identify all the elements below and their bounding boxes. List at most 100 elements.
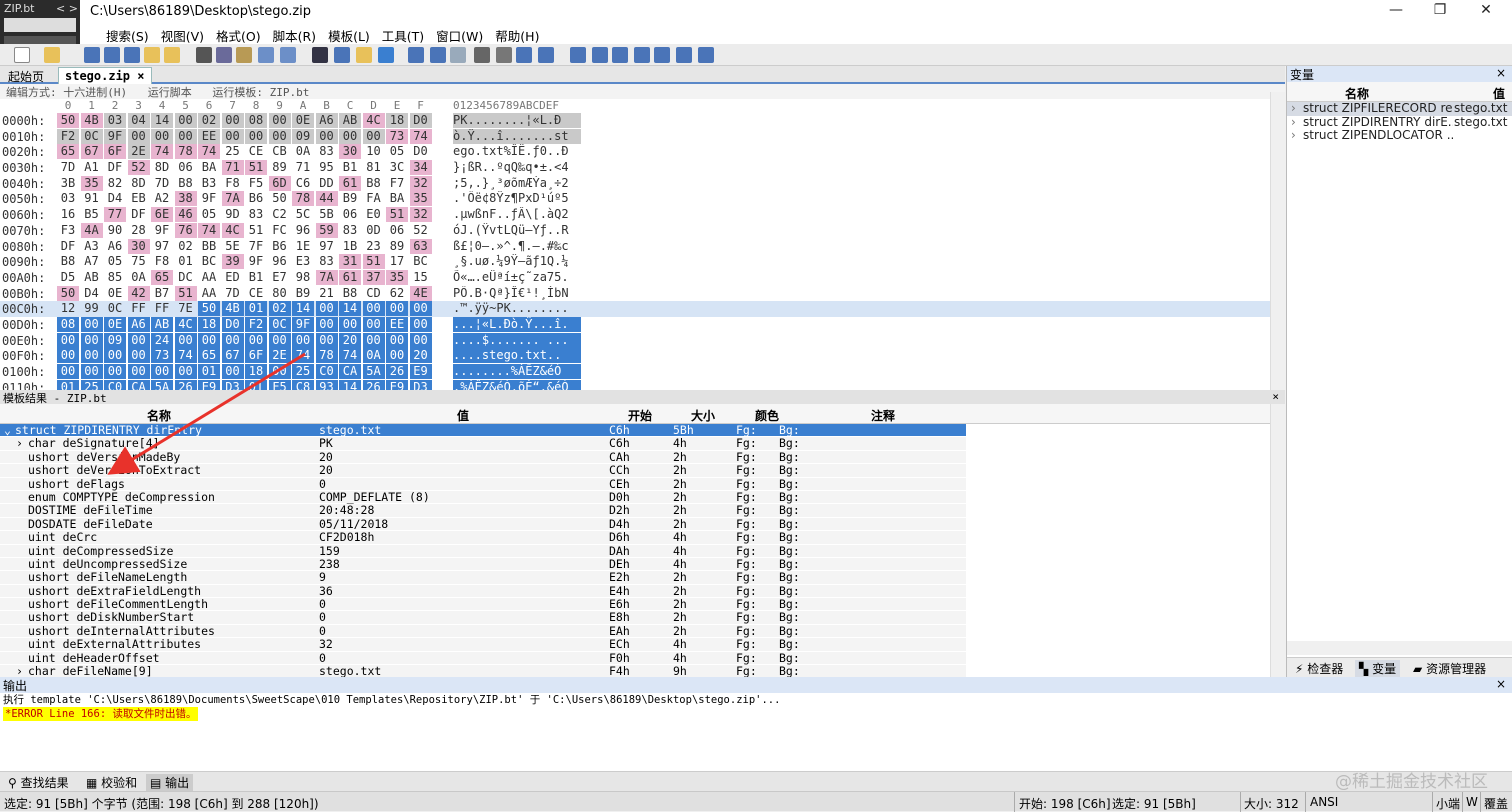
find-icon[interactable]	[312, 47, 328, 63]
hex-ascii[interactable]: PÔ.B·Qª}Î€¹!¸ÍbN	[453, 286, 581, 301]
hex-byte[interactable]: B6	[269, 239, 291, 254]
hex-byte[interactable]: 91	[81, 191, 103, 206]
run-script-label[interactable]: 运行脚本	[148, 86, 192, 99]
hex-byte[interactable]: 83	[316, 144, 338, 159]
hex-byte[interactable]: 25	[80, 379, 103, 390]
hex-byte[interactable]: 0E	[292, 113, 314, 128]
hex-row[interactable]: 0040h: 3B 35 82 8D 7D B8 B3 F8 F5 6D C6 DD 61 B8 F7 32 ;5…	[0, 175, 1270, 192]
chevron-right-icon[interactable]: ›	[1291, 128, 1296, 143]
hex-byte[interactable]: 5E	[222, 239, 244, 254]
table-row[interactable]: ushort deVersionMadeBy 20 CAh 2h Fg: Bg:	[0, 450, 966, 465]
hex-byte[interactable]: B8	[57, 254, 79, 269]
copy-icon[interactable]	[216, 47, 232, 63]
hex-byte[interactable]: 3C	[386, 160, 408, 175]
hex-byte[interactable]: B8	[363, 176, 385, 191]
table-row[interactable]: ⌄ struct ZIPDIRENTRY dirEntry stego.txt C6h…	[0, 424, 966, 438]
list-item[interactable]: › struct ZIPFILERECORD re... stego.txt	[1287, 101, 1512, 116]
hex-byte[interactable]: 4B	[80, 113, 103, 128]
output-log[interactable]: 执行 template 'C:\Users\86189\Documents\Sw…	[0, 693, 1512, 771]
hex-byte[interactable]: C0	[104, 379, 126, 390]
hex-byte[interactable]: 09	[104, 332, 126, 348]
hex-byte[interactable]: 5A	[151, 379, 173, 390]
hex-byte[interactable]: FF	[151, 301, 173, 316]
hex-byte[interactable]: 00	[362, 128, 385, 144]
hex-byte[interactable]: BB	[198, 239, 220, 254]
table-row[interactable]: DOSTIME deFileTime 20:48:28 D2h 2h Fg: Bg:	[0, 504, 966, 518]
tab-explorer[interactable]: ▰ 资源管理器	[1409, 660, 1490, 677]
table-row[interactable]: ushort deExtraFieldLength 36 E4h 2h Fg: Bg:	[0, 584, 966, 599]
hex-byte[interactable]: 00	[362, 316, 385, 332]
hex-ascii[interactable]: ò.Ÿ...î.......st	[453, 128, 581, 144]
hex-byte[interactable]: 74	[339, 348, 361, 364]
hex-byte[interactable]: 4C	[174, 316, 197, 332]
hex-byte[interactable]: 89	[386, 239, 408, 254]
hex-byte[interactable]: 00	[127, 128, 150, 144]
hex-byte[interactable]: 21	[316, 286, 338, 301]
hex-byte[interactable]: 34	[409, 160, 432, 176]
folder-icon[interactable]	[144, 47, 160, 63]
hex-byte[interactable]: 93	[315, 379, 338, 390]
hex-row[interactable]: 00C0h: 12 99 0C FF FF 7E 50 4B 01 02 14 00 14 00 00 00 .™…	[0, 301, 1270, 317]
find-in-files-icon[interactable]	[356, 47, 372, 63]
hex-byte[interactable]: 14	[292, 301, 314, 317]
hex-byte[interactable]: 4E	[409, 285, 432, 301]
hex-byte[interactable]: 00	[292, 332, 314, 348]
hex-byte[interactable]: F3	[57, 223, 79, 238]
tab-output[interactable]: ▤ 输出	[146, 774, 194, 791]
hex-row[interactable]: 0000h: 50 4B 03 04 14 00 02 00 08 00 0E A6 AB 4C 18 D0 PK…	[0, 113, 1270, 129]
paste-icon[interactable]	[236, 47, 252, 63]
hex-byte[interactable]: 26	[362, 379, 385, 390]
chevron-right-icon[interactable]: ›	[16, 665, 23, 677]
hex-byte[interactable]: FF	[128, 301, 150, 316]
mini-tab-nav[interactable]: < >	[56, 2, 78, 15]
tab-close-icon[interactable]: ×	[137, 69, 144, 83]
hex-byte[interactable]: DF	[57, 239, 79, 254]
hex-byte[interactable]: 2E	[127, 144, 150, 160]
hex-byte[interactable]: EE	[386, 316, 408, 332]
hex-byte[interactable]: D3	[409, 379, 432, 390]
table-row[interactable]: ushort deFileNameLength 9 E2h 2h Fg: Bg:	[0, 571, 966, 585]
hex-byte[interactable]: 7A	[221, 191, 244, 207]
hex-byte[interactable]: 00	[221, 128, 244, 144]
hex-byte[interactable]: 74	[198, 144, 220, 160]
hex-byte[interactable]: 06	[386, 223, 408, 238]
table-row[interactable]: uint deExternalAttributes 32 ECh 4h Fg: Bg:	[0, 638, 966, 652]
undo-icon[interactable]	[258, 47, 274, 63]
columns-icon[interactable]	[474, 47, 490, 63]
hex-byte[interactable]: 96	[269, 254, 291, 269]
hex-byte[interactable]: F8	[222, 176, 244, 191]
hex-byte[interactable]: 37	[362, 269, 385, 285]
hex-byte[interactable]: 01	[57, 379, 79, 390]
chevron-down-icon[interactable]: ⌄	[4, 424, 11, 437]
save-all-icon[interactable]	[124, 47, 140, 63]
hex-byte[interactable]: 9F	[151, 223, 173, 238]
hex-byte[interactable]: 82	[104, 176, 126, 191]
hex-byte[interactable]: C8	[292, 379, 314, 390]
hex-byte[interactable]: 65	[57, 144, 79, 160]
hex-byte[interactable]: AB	[81, 270, 103, 285]
hex-byte[interactable]: DC	[175, 270, 197, 285]
histogram-icon[interactable]	[654, 47, 670, 63]
hex-byte[interactable]: 98	[292, 270, 314, 285]
hex-byte[interactable]: 00	[362, 332, 385, 348]
hex-byte[interactable]: 71	[292, 160, 314, 175]
hex-byte[interactable]: 0A	[128, 270, 150, 285]
hex-byte[interactable]: 17	[386, 254, 408, 269]
hex-byte[interactable]: 0A	[362, 348, 385, 364]
hex-byte[interactable]: D3	[221, 379, 244, 390]
hex-byte[interactable]: 12	[57, 301, 79, 316]
hex-byte[interactable]: 05	[386, 144, 408, 159]
hex-byte[interactable]: 80	[269, 286, 291, 301]
hex-byte[interactable]: 67	[80, 144, 103, 160]
hex-byte[interactable]: 00	[315, 128, 338, 144]
hex-byte[interactable]: BC	[410, 254, 432, 269]
table-row[interactable]: ushort deFileCommentLength 0 E6h 2h Fg: Bg:	[0, 598, 966, 612]
hex-byte[interactable]: 7F	[245, 239, 267, 254]
hex-byte[interactable]: BA	[198, 160, 220, 175]
hex-ascii[interactable]: ....$....... ...	[453, 332, 581, 348]
hex-ascii[interactable]: Õ«….eÜªí±ç˜za75.	[453, 270, 581, 285]
hex-byte[interactable]: 25	[292, 364, 314, 379]
hex-byte[interactable]: A3	[81, 239, 103, 254]
hex-byte[interactable]: F2	[57, 128, 79, 144]
hex-byte[interactable]: 95	[316, 160, 338, 175]
